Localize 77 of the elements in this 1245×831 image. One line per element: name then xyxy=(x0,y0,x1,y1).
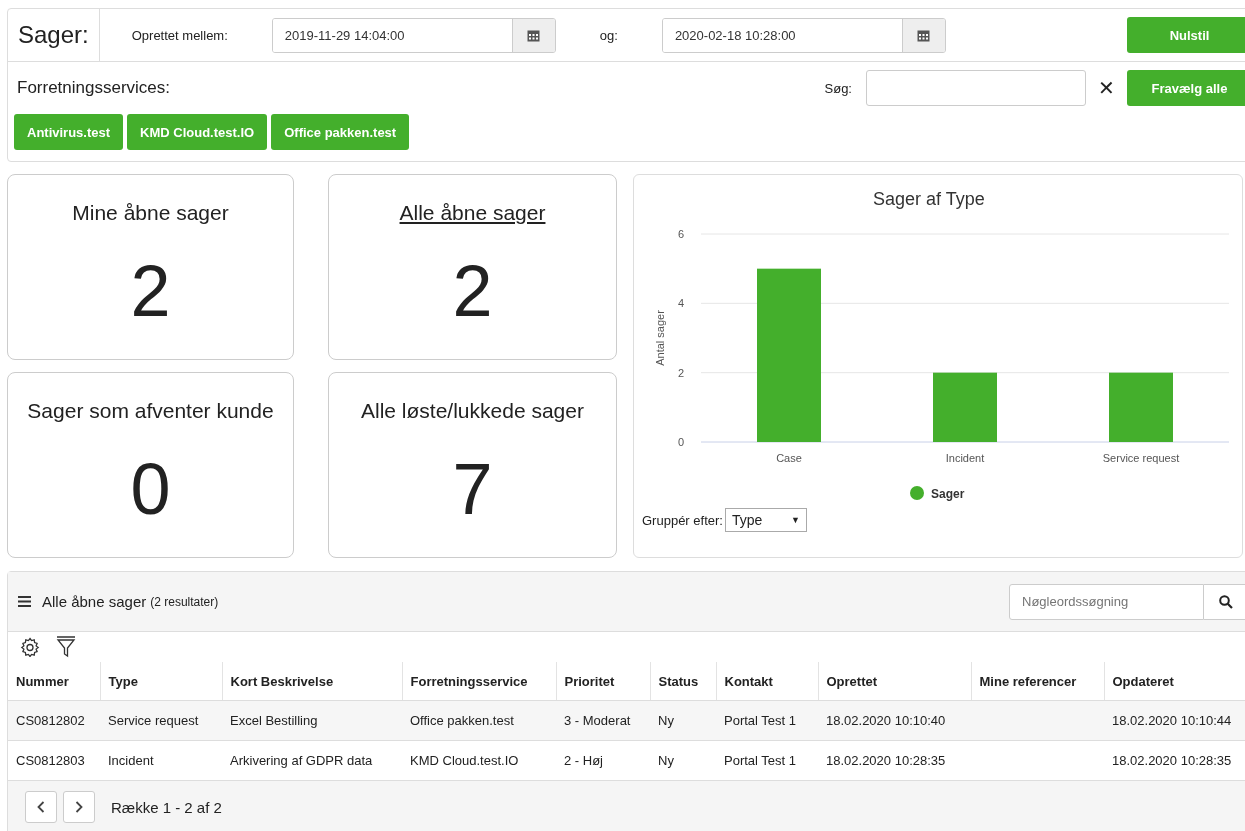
table-cell: 18.02.2020 10:10:40 xyxy=(826,713,946,728)
table-cell: CS0812803 xyxy=(16,753,85,768)
caret-icon: ▼ xyxy=(791,515,800,525)
column-header[interactable]: Opdateret xyxy=(1104,662,1245,701)
table-cell: 2 - Høj xyxy=(564,753,603,768)
tick-label: 2 xyxy=(677,366,684,379)
group-by-select[interactable]: Type ▼ xyxy=(724,508,807,532)
column-header[interactable]: Kort Beskrivelse xyxy=(222,662,402,701)
column-header[interactable]: Forretningsservice xyxy=(402,662,556,701)
chevron-right-icon xyxy=(75,801,83,813)
close-icon[interactable]: ✕ xyxy=(1098,76,1115,100)
services-label: Forretningsservices: xyxy=(17,78,171,98)
category-label: Case xyxy=(776,452,802,464)
list-title: Alle åbne sager xyxy=(42,593,147,610)
table-cell: 18.02.2020 10:28:35 xyxy=(1112,753,1232,768)
calendar-icon[interactable] xyxy=(527,28,541,42)
card-title: Sager som afventer kunde xyxy=(27,399,274,423)
search-field[interactable] xyxy=(866,70,1086,106)
and-label: og: xyxy=(599,27,618,43)
table-cell: Office pakken.test xyxy=(410,713,514,728)
search-label: Søg: xyxy=(824,80,852,96)
case-count: 2 xyxy=(452,255,493,327)
legend-label: Sager xyxy=(931,487,965,501)
stat-card[interactable]: Mine åbne sager 2 xyxy=(7,174,294,360)
date-field[interactable]: 2020-02-18 10:28:00 xyxy=(661,17,946,53)
tick-label: 4 xyxy=(677,297,684,310)
page-title: Sager: xyxy=(8,9,100,61)
menu-icon[interactable] xyxy=(18,596,31,607)
calendar-icon[interactable] xyxy=(917,28,931,42)
search-button[interactable] xyxy=(1204,583,1245,620)
filter-icon[interactable] xyxy=(56,636,76,658)
tick-label: 0 xyxy=(677,436,684,448)
axis-title: Antal sager xyxy=(654,310,666,366)
column-header[interactable]: Prioritet xyxy=(556,662,650,701)
group-by-label: Gruppér efter: xyxy=(642,512,723,528)
column-header[interactable]: Nummer xyxy=(8,662,100,701)
card-title-link[interactable]: Alle åbne sager xyxy=(399,201,546,225)
column-header[interactable]: Status xyxy=(650,662,716,701)
table-cell: Portal Test 1 xyxy=(724,713,797,728)
tick-label: 6 xyxy=(677,228,684,240)
result-count: (2 resultater) xyxy=(150,594,219,609)
column-header[interactable]: Mine referencer xyxy=(971,662,1104,701)
table-cell: Excel Bestilling xyxy=(230,713,318,728)
column-header[interactable]: Type xyxy=(100,662,222,701)
table-row[interactable]: CS0812802 Service request Excel Bestilling Office pakken.test 3 - Moderat Ny Portal Test 1 18.02.2020 10:10:40 18.02.2020 10:10:44 xyxy=(8,700,1245,741)
card-title: Mine åbne sager xyxy=(72,201,229,225)
table-cell: Service request xyxy=(108,713,199,728)
card-title: Alle løste/lukkede sager xyxy=(361,399,584,423)
table-cell: CS0812802 xyxy=(16,713,85,728)
stat-card[interactable]: Alle åbne sager 2 xyxy=(328,174,617,360)
table-cell: 18.02.2020 10:28:35 xyxy=(826,753,946,768)
table-cell: Portal Test 1 xyxy=(724,753,797,768)
table-cell: KMD Cloud.test.IO xyxy=(410,753,519,768)
created-label: Oprettet mellem: xyxy=(131,27,228,43)
keyword-search-field[interactable]: Nøgleordssøgning xyxy=(1009,583,1204,620)
search-icon xyxy=(1219,594,1233,609)
table-cell: Incident xyxy=(108,753,154,768)
table-cell: Ny xyxy=(658,713,674,728)
page-info: Række 1 - 2 af 2 xyxy=(111,798,222,816)
table-cell: 18.02.2020 10:10:44 xyxy=(1112,713,1232,728)
column-header[interactable]: Oprettet xyxy=(818,662,971,701)
category-label: Incident xyxy=(945,452,985,464)
category-label: Service request xyxy=(1102,452,1180,464)
column-header[interactable]: Kontakt xyxy=(716,662,818,701)
case-count: 2 xyxy=(130,255,171,327)
table-cell: 3 - Moderat xyxy=(564,713,631,728)
chevron-left-icon xyxy=(37,801,45,813)
settings-icon[interactable] xyxy=(20,637,40,657)
table-cell: Ny xyxy=(658,753,674,768)
case-count: 7 xyxy=(452,453,493,525)
stat-card[interactable]: Sager som afventer kunde 0 xyxy=(7,372,294,558)
table-row[interactable]: CS0812803 Incident Arkivering af GDPR data KMD Cloud.test.IO 2 - Høj Ny Portal Test 1 18.02.2020 10:28:35 18.02.2020 10:28:35 xyxy=(8,740,1245,781)
stat-card[interactable]: Alle løste/lukkede sager 7 xyxy=(328,372,617,558)
date-field[interactable]: 2019-11-29 14:04:00 xyxy=(271,17,556,53)
table-cell: Arkivering af GDPR data xyxy=(230,753,373,768)
chart-title: Sager af Type xyxy=(873,189,985,210)
case-count: 0 xyxy=(130,453,171,525)
